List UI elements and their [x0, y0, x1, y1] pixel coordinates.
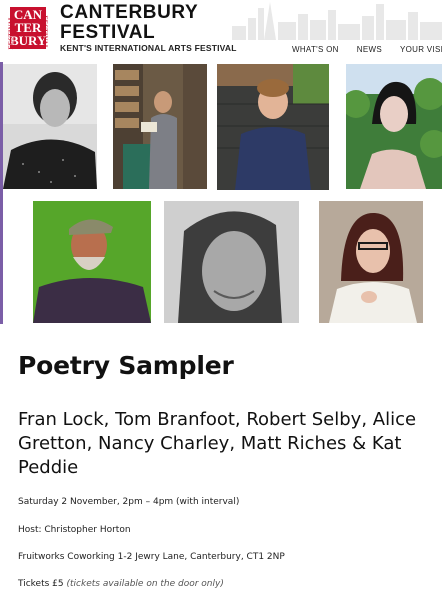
- poet-photo-4: [346, 64, 442, 189]
- tickets-note: (tickets available on the door only): [66, 579, 224, 589]
- site-header: CAN TER BURY FESTIVAL FESTIVAL CANTERBUR…: [0, 0, 442, 62]
- site-title[interactable]: CANTERBURY FESTIVAL: [60, 3, 198, 43]
- nav-your-visit[interactable]: YOUR VISIT: [400, 45, 442, 54]
- site-title-line-1: CANTERBURY: [60, 2, 199, 23]
- event-poets: Fran Lock, Tom Branfoot, Robert Selby, A…: [18, 409, 417, 478]
- site-title-line-2: FESTIVAL: [60, 22, 156, 43]
- event-venue: Fruitworks Coworking 1-2 Jewry Lane, Can…: [18, 552, 285, 562]
- skyline-graphic: [232, 2, 442, 40]
- nav-news[interactable]: NEWS: [357, 45, 382, 54]
- poet-photo-1: [3, 64, 97, 189]
- nav-whats-on[interactable]: WHAT'S ON: [292, 45, 339, 54]
- logo-side-right: FESTIVAL: [41, 15, 49, 50]
- poet-photo-6: [164, 201, 299, 323]
- poet-photo-5: [33, 201, 151, 323]
- site-tagline: KENT'S INTERNATIONAL ARTS FESTIVAL: [60, 43, 237, 53]
- event-date: Saturday 2 November, 2pm – 4pm (with int…: [18, 497, 240, 507]
- festival-logo[interactable]: CAN TER BURY FESTIVAL FESTIVAL: [2, 2, 54, 54]
- poet-photo-3: [217, 64, 329, 190]
- logo-mark: CAN TER BURY FESTIVAL FESTIVAL: [7, 7, 49, 50]
- poet-photo-2: [113, 64, 207, 189]
- tickets-label: Tickets £5: [18, 579, 64, 589]
- event-host: Host: Christopher Horton: [18, 525, 131, 535]
- event-tickets: Tickets £5 (tickets available on the doo…: [18, 579, 224, 589]
- logo-side-left: FESTIVAL: [7, 15, 15, 50]
- event-title: Poetry Sampler: [18, 351, 234, 380]
- poet-photo-7: [319, 201, 423, 323]
- main-nav: WHAT'S ON NEWS YOUR VISIT: [292, 45, 442, 54]
